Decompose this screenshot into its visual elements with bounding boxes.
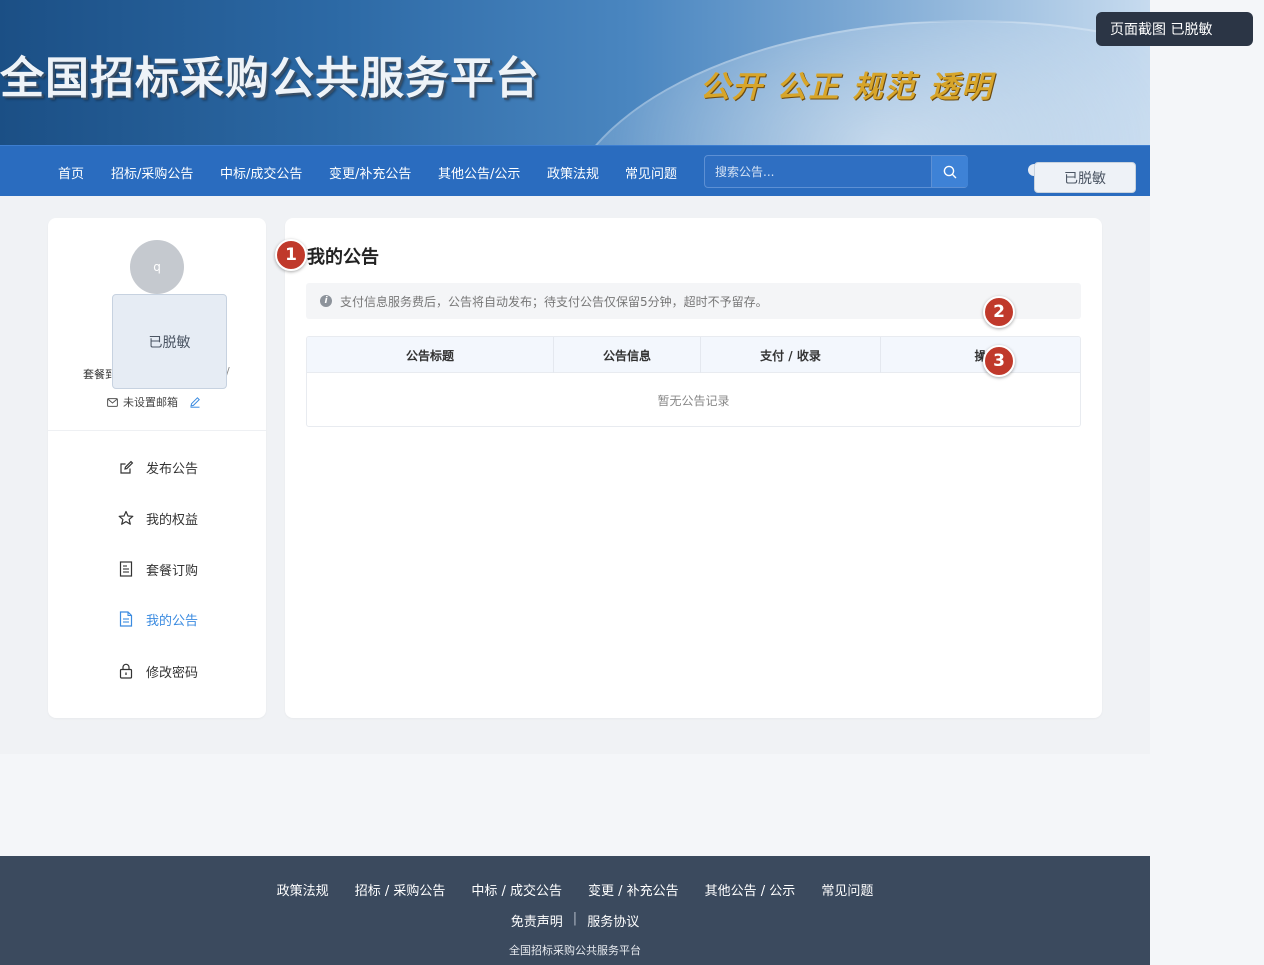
mail-icon xyxy=(107,397,118,407)
footer-separator: | xyxy=(572,911,578,926)
annotation-marker-2: 2 xyxy=(983,296,1015,328)
sidebar-item-publish[interactable]: 发布公告 xyxy=(118,456,198,478)
main-nav: 首页 招标/采购公告 中标/成交公告 变更/补充公告 其他公告/公示 政策法规 … xyxy=(0,145,1150,196)
annotation-marker-1: 1 xyxy=(275,239,307,271)
nav-item-award[interactable]: 中标/成交公告 xyxy=(220,163,302,182)
footer-spacer xyxy=(0,754,1150,856)
star-icon xyxy=(118,510,134,526)
nav-item-change[interactable]: 变更/补充公告 xyxy=(329,163,411,182)
footer-link-tender[interactable]: 招标 / 采购公告 xyxy=(355,880,446,899)
col-header-info: 公告信息 xyxy=(554,337,701,373)
site-slogan: 公开 公正 规范 透明 xyxy=(700,70,994,105)
sidebar-item-change-password[interactable]: 修改密码 xyxy=(118,660,198,682)
nav-item-other[interactable]: 其他公告/公示 xyxy=(438,163,520,182)
avatar[interactable]: q xyxy=(130,240,184,294)
sidebar-item-benefits[interactable]: 我的权益 xyxy=(118,507,198,529)
sidebar-item-label: 修改密码 xyxy=(146,665,199,681)
col-header-title: 公告标题 xyxy=(307,337,554,373)
footer-legal: 免责声明 | 服务协议 xyxy=(0,911,1150,930)
site-footer: 政策法规 招标 / 采购公告 中标 / 成交公告 变更 / 补充公告 其他公告 … xyxy=(0,856,1150,965)
search-button[interactable] xyxy=(931,156,968,187)
nav-item-faq[interactable]: 常见问题 xyxy=(625,163,677,182)
payment-notice: i 支付信息服务费后，公告将自动发布；待支付公告仅保留5分钟，超时不予留存。 xyxy=(306,283,1081,319)
nav-item-policy[interactable]: 政策法规 xyxy=(547,163,599,182)
page-title: 我的公告 xyxy=(307,247,379,268)
screenshot-toast: 页面截图 已脱敏 xyxy=(1096,12,1253,46)
sidebar-item-plans[interactable]: 套餐订购 xyxy=(118,558,198,580)
footer-link-disclaimer[interactable]: 免责声明 xyxy=(511,911,563,930)
col-header-actions: 操 xyxy=(974,348,987,363)
footer-link-award[interactable]: 中标 / 成交公告 xyxy=(471,880,562,899)
edit-icon xyxy=(118,459,134,475)
empty-state-text: 暂无公告记录 xyxy=(657,393,730,408)
nav-item-tender[interactable]: 招标/采购公告 xyxy=(111,163,193,182)
notice-text: 支付信息服务费后，公告将自动发布；待支付公告仅保留5分钟，超时不予留存。 xyxy=(340,294,768,309)
sidebar-item-label: 发布公告 xyxy=(146,461,199,477)
user-account-button[interactable]: 已脱敏 xyxy=(1034,162,1136,193)
footer-link-faq[interactable]: 常见问题 xyxy=(821,880,873,899)
footer-links: 政策法规 招标 / 采购公告 中标 / 成交公告 变更 / 补充公告 其他公告 … xyxy=(0,880,1150,899)
footer-copyright: 全国招标采购公共服务平台 xyxy=(509,944,641,957)
sidebar-item-label: 我的权益 xyxy=(146,512,199,528)
annotation-marker-3: 3 xyxy=(983,345,1015,377)
footer-link-policy[interactable]: 政策法规 xyxy=(277,880,329,899)
file-text-icon xyxy=(118,611,134,627)
nav-item-home[interactable]: 首页 xyxy=(58,163,84,182)
email-status-row: 未设置邮箱 xyxy=(107,394,201,410)
site-banner: 全国招标采购公共服务平台 公开 公正 规范 透明 xyxy=(0,0,1150,145)
search-input[interactable] xyxy=(705,156,931,187)
user-sidebar: q 套餐到 / 已脱敏 未设置邮箱 发布公告 我的权益 套餐订购 我的公告 修改… xyxy=(48,218,266,718)
page: 全国招标采购公共服务平台 公开 公正 规范 透明 首页 招标/采购公告 中标/成… xyxy=(0,0,1150,965)
lock-icon xyxy=(118,663,134,679)
sidebar-item-my-notices[interactable]: 我的公告 xyxy=(118,608,198,630)
redacted-user-info: 已脱敏 xyxy=(112,294,227,389)
col-header-payment: 支付 / 收录 xyxy=(701,337,881,373)
main-panel: 我的公告 i 支付信息服务费后，公告将自动发布；待支付公告仅保留5分钟，超时不予… xyxy=(285,218,1102,718)
site-title: 全国招标采购公共服务平台 xyxy=(0,53,540,104)
search-box xyxy=(704,155,968,188)
sidebar-divider xyxy=(48,430,266,431)
footer-link-other[interactable]: 其他公告 / 公示 xyxy=(705,880,796,899)
email-status-text: 未设置邮箱 xyxy=(123,396,178,409)
edit-email-icon[interactable] xyxy=(189,396,201,408)
right-gutter xyxy=(1150,0,1264,965)
sidebar-item-label: 套餐订购 xyxy=(146,563,199,579)
footer-link-agreement[interactable]: 服务协议 xyxy=(587,911,639,930)
table-header: 公告标题 公告信息 支付 / 收录 操 xyxy=(307,337,1080,373)
document-list-icon xyxy=(118,561,134,577)
notices-table: 公告标题 公告信息 支付 / 收录 操 暂无公告记录 xyxy=(306,336,1081,427)
footer-link-change[interactable]: 变更 / 补充公告 xyxy=(588,880,679,899)
sidebar-item-label: 我的公告 xyxy=(146,613,199,629)
info-icon: i xyxy=(320,295,332,307)
search-icon xyxy=(943,165,957,178)
